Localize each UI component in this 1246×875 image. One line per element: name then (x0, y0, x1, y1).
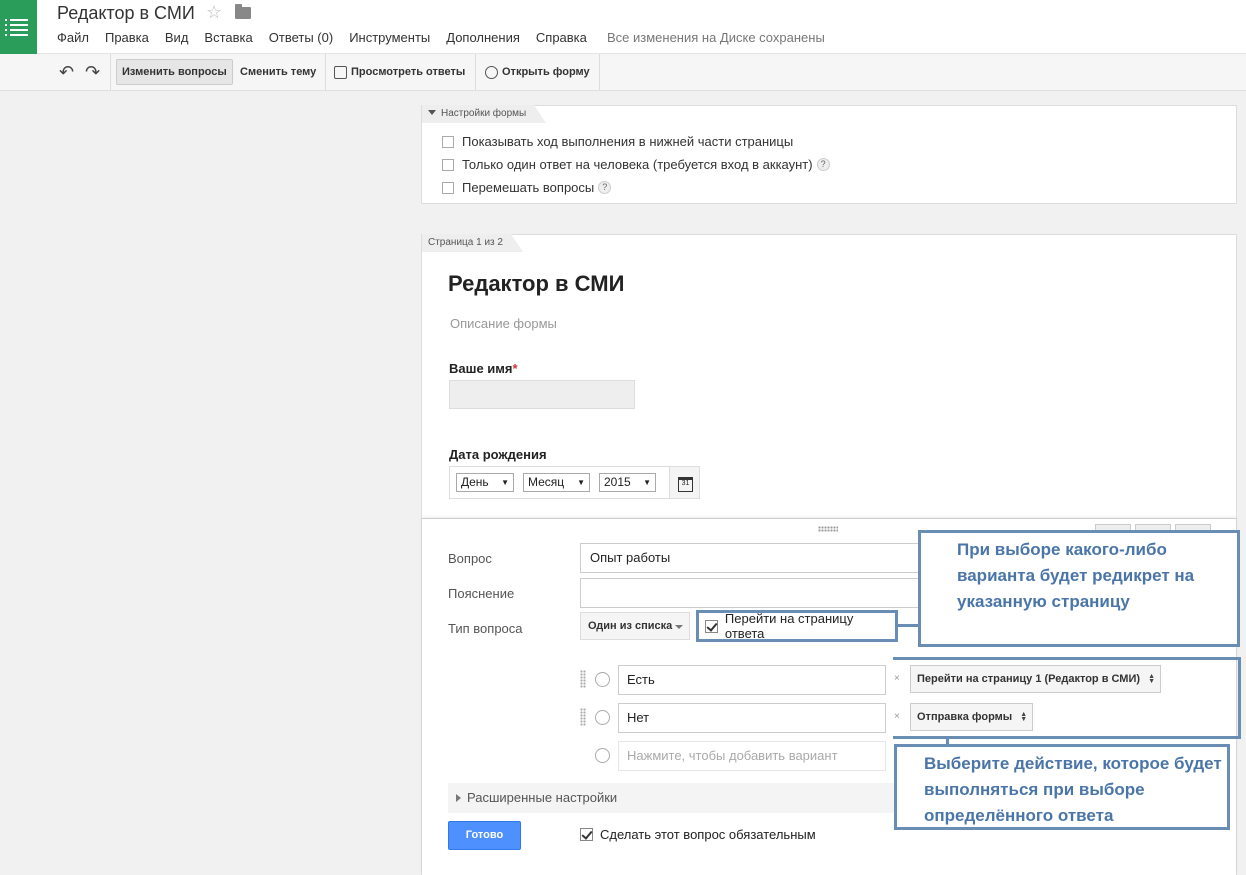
change-theme-button[interactable]: Сменить тему (235, 59, 321, 85)
form-description[interactable]: Описание формы (450, 316, 557, 331)
toolbar-divider (599, 54, 600, 90)
calendar-icon[interactable] (669, 467, 699, 498)
setting-one-response[interactable]: Только один ответ на человека (требуется… (442, 157, 830, 172)
checkmark-icon (705, 619, 718, 633)
edit-questions-button[interactable]: Изменить вопросы (116, 59, 233, 85)
menu-edit[interactable]: Правка (105, 30, 149, 45)
required-mark: * (512, 361, 518, 376)
view-responses-label: Просмотреть ответы (351, 66, 466, 78)
drag-handle-icon[interactable] (580, 708, 586, 726)
checkbox[interactable] (442, 158, 454, 171)
help-text-input[interactable] (580, 578, 920, 608)
option-input[interactable]: Есть (618, 665, 886, 695)
checkbox[interactable] (442, 135, 454, 148)
menu-help[interactable]: Справка (536, 30, 587, 45)
caret-down-icon (428, 110, 436, 115)
add-option-input[interactable]: Нажмите, чтобы добавить вариант (618, 741, 886, 771)
dropdown-arrow-icon: ▼ (501, 478, 509, 487)
open-form-button[interactable]: Открыть форму (480, 59, 595, 85)
page-tab: Страница 1 из 2 (422, 234, 523, 252)
radio-icon (595, 672, 610, 687)
responses-icon (334, 65, 347, 79)
form-title[interactable]: Редактор в СМИ (448, 271, 624, 297)
toolbar: ↶ ↷ Изменить вопросы Сменить тему Просмо… (0, 54, 1246, 91)
view-responses-button[interactable]: Просмотреть ответы (329, 59, 470, 85)
app-header: Редактор в СМИ ☆ Файл Правка Вид Вставка… (0, 0, 1246, 54)
undo-icon[interactable]: ↶ (59, 62, 74, 83)
month-select[interactable]: Месяц ▼ (523, 473, 590, 492)
radio-icon (595, 710, 610, 725)
menu-tools[interactable]: Инструменты (349, 30, 430, 45)
required-question-checkbox[interactable]: Сделать этот вопрос обязательным (580, 827, 816, 842)
menu-insert[interactable]: Вставка (204, 30, 252, 45)
name-input[interactable] (449, 380, 635, 409)
add-option-row: Нажмите, чтобы добавить вариант (580, 741, 900, 771)
drag-handle-icon[interactable] (580, 670, 586, 688)
checkbox[interactable] (442, 181, 454, 194)
dropdown-arrow-icon: ▼ (643, 478, 651, 487)
go-to-page-checkbox[interactable]: Перейти на страницу ответа (696, 610, 898, 642)
form-settings-tab[interactable]: Настройки формы (422, 105, 547, 123)
annotation-connector (898, 624, 920, 627)
question-type-label: Тип вопроса (448, 621, 523, 636)
menu-bar: Файл Правка Вид Вставка Ответы (0) Инстр… (57, 30, 603, 45)
day-select[interactable]: День ▼ (456, 473, 514, 492)
setting-shuffle[interactable]: Перемешать вопросы ? (442, 180, 612, 195)
annotation-bracket (893, 657, 1241, 739)
menu-responses[interactable]: Ответы (0) (269, 30, 333, 45)
save-status: Все изменения на Диске сохранены (607, 30, 825, 45)
toolbar-divider (475, 54, 476, 90)
menu-file[interactable]: Файл (57, 30, 89, 45)
toolbar-divider (110, 54, 111, 90)
radio-icon (595, 748, 610, 763)
year-select[interactable]: 2015 ▼ (599, 473, 656, 492)
folder-icon[interactable] (235, 4, 251, 19)
drag-grip-icon[interactable] (818, 526, 838, 532)
toolbar-divider (325, 54, 326, 90)
help-icon[interactable]: ? (598, 181, 612, 194)
annotation-bottom: Выберите действие, которое будет выполня… (894, 744, 1230, 830)
help-text-label: Пояснение (448, 586, 515, 601)
annotation-top: При выборе какого-либо варианта будет ре… (918, 530, 1240, 647)
question-type-dropdown[interactable]: Один из списка (580, 612, 690, 640)
menu-addons[interactable]: Дополнения (446, 30, 520, 45)
dropdown-arrow-icon: ▼ (577, 478, 585, 487)
document-title[interactable]: Редактор в СМИ (57, 3, 195, 24)
option-input[interactable]: Нет (618, 703, 886, 733)
globe-icon (485, 65, 498, 79)
question-title-input[interactable]: Опыт работы (580, 543, 920, 573)
advanced-settings-toggle[interactable]: Расширенные настройки (448, 783, 908, 813)
star-icon[interactable]: ☆ (206, 2, 222, 23)
setting-progress-bar[interactable]: Показывать ход выполнения в нижней части… (442, 134, 793, 149)
caret-right-icon (456, 794, 461, 802)
date-picker: День ▼ Месяц ▼ 2015 ▼ (449, 466, 700, 499)
forms-app-icon[interactable] (0, 0, 37, 54)
form-settings-panel: Настройки формы Показывать ход выполнени… (421, 105, 1237, 204)
redo-icon[interactable]: ↷ (85, 62, 100, 83)
chevron-down-icon (675, 625, 683, 629)
question-title-label: Вопрос (448, 551, 492, 566)
question-name-label[interactable]: Ваше имя* (449, 361, 518, 376)
done-button[interactable]: Готово (448, 821, 521, 850)
menu-view[interactable]: Вид (165, 30, 189, 45)
help-icon[interactable]: ? (816, 158, 830, 171)
checkmark-icon (580, 828, 593, 841)
question-dob-label[interactable]: Дата рождения (449, 447, 547, 462)
open-form-label: Открыть форму (502, 66, 590, 78)
